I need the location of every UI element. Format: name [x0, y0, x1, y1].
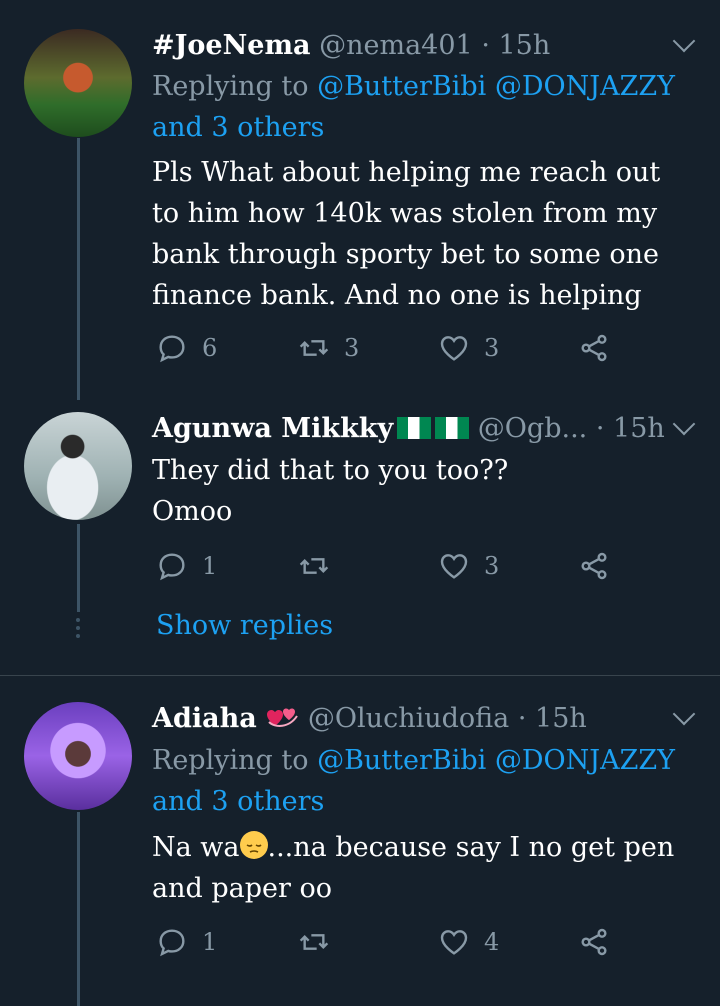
- heart-icon: [440, 930, 468, 955]
- reply-count: 6: [202, 334, 218, 362]
- like-count: 3: [484, 552, 500, 580]
- like-button[interactable]: 3: [438, 548, 499, 584]
- avatar[interactable]: [24, 412, 132, 520]
- tweet-text-line: to him how 140k was stolen from my: [152, 198, 658, 229]
- user-handle[interactable]: @Ogb...: [478, 413, 587, 444]
- like-button[interactable]: 4: [438, 924, 499, 960]
- user-handle[interactable]: @Oluchiudofia: [308, 703, 509, 734]
- separator-dot: ·: [481, 30, 490, 61]
- replying-users-link[interactable]: @ButterBibi @DONJAZZY: [317, 71, 675, 102]
- tweet-text-line: Na wa ...na because say I no get pen: [152, 827, 690, 868]
- replying-others-link[interactable]: and 3 others: [152, 107, 675, 148]
- tweet-text-line: Omoo: [152, 496, 233, 527]
- display-name[interactable]: Adiaha: [152, 703, 257, 734]
- replying-prefix: Replying to: [152, 745, 309, 776]
- pensive-face-emoji: [239, 831, 268, 859]
- heart-icon: [440, 554, 468, 579]
- replying-to: Replying to @ButterBibi @DONJAZZY and 3 …: [152, 740, 675, 822]
- replying-prefix: Replying to: [152, 71, 309, 102]
- share-icon: [581, 552, 607, 580]
- display-name[interactable]: #JoeNema: [152, 30, 311, 61]
- tweet-text-line: finance bank. And no one is helping: [152, 280, 642, 311]
- replying-to: Replying to @ButterBibi @DONJAZZY and 3 …: [152, 66, 675, 148]
- tweet-text-part: Na wa: [152, 832, 240, 863]
- reply-button[interactable]: 1: [156, 924, 217, 960]
- reply-count: 1: [202, 928, 218, 956]
- show-replies-link[interactable]: Show replies: [156, 610, 333, 641]
- thread-line: [77, 524, 80, 612]
- reply-button[interactable]: 1: [156, 548, 217, 584]
- share-icon: [581, 334, 607, 362]
- tweet-text-line: Pls What about helping me reach out: [152, 157, 661, 188]
- tweet-text: Na wa ...na because say I no get pen and …: [152, 827, 690, 909]
- retweet-count: 3: [344, 334, 360, 362]
- nigeria-flag-icon: [397, 417, 432, 439]
- action-bar: 1 3: [156, 548, 626, 584]
- tweet-text-line: They did that to you too??: [152, 455, 509, 486]
- retweet-button[interactable]: [298, 548, 330, 584]
- like-count: 3: [484, 334, 500, 362]
- divider: [0, 675, 720, 676]
- timestamp[interactable]: 15h: [535, 703, 587, 734]
- thread-line: [77, 138, 80, 400]
- tweet-text-part: ...na because say I no get pen: [267, 832, 675, 863]
- nigeria-flag-icon: [435, 417, 470, 439]
- thread-ellipsis: [76, 618, 80, 642]
- retweet-button[interactable]: [298, 924, 330, 960]
- separator-dot: ·: [595, 413, 605, 444]
- separator-dot: ·: [517, 703, 527, 734]
- tweet-text-line: and paper oo: [152, 873, 332, 904]
- reply-count: 1: [202, 552, 218, 580]
- tweet-header: #JoeNema @nema401 · 15h: [152, 30, 696, 61]
- reply-icon: [159, 335, 185, 363]
- timestamp[interactable]: 15h: [499, 30, 551, 61]
- reply-button[interactable]: 6: [156, 330, 217, 366]
- tweet-text: They did that to you too?? Omoo: [152, 450, 690, 532]
- tweet-header: Agunwa Mikkky @Ogb... · 15h: [152, 413, 696, 444]
- retweet-icon: [299, 340, 329, 356]
- revolving-hearts-emoji: [267, 708, 299, 727]
- timestamp[interactable]: 15h: [613, 413, 665, 444]
- tweet-text: Pls What about helping me reach out to h…: [152, 152, 690, 316]
- tweet-header: Adiaha @Oluchiudofia · 15h: [152, 703, 696, 734]
- share-icon: [581, 928, 607, 956]
- retweet-button[interactable]: 3: [298, 330, 359, 366]
- thread-line: [77, 812, 80, 1006]
- reply-icon: [159, 553, 185, 581]
- reply-icon: [159, 929, 185, 957]
- tweet-text-line: bank through sporty bet to some one: [152, 239, 660, 270]
- share-button[interactable]: [578, 924, 610, 960]
- heart-icon: [440, 336, 468, 361]
- share-button[interactable]: [578, 548, 610, 584]
- avatar[interactable]: [24, 702, 132, 810]
- display-name[interactable]: Agunwa Mikkky: [152, 413, 393, 444]
- action-bar: 1 4: [156, 924, 626, 960]
- avatar[interactable]: [24, 29, 132, 137]
- user-handle[interactable]: @nema401: [319, 30, 473, 61]
- replying-others-link[interactable]: and 3 others: [152, 781, 675, 822]
- like-count: 4: [484, 928, 500, 956]
- like-button[interactable]: 3: [438, 330, 499, 366]
- action-bar: 6 3 3: [156, 330, 626, 366]
- share-button[interactable]: [578, 330, 610, 366]
- replying-users-link[interactable]: @ButterBibi @DONJAZZY: [317, 745, 675, 776]
- retweet-icon: [299, 934, 329, 950]
- retweet-icon: [299, 558, 329, 574]
